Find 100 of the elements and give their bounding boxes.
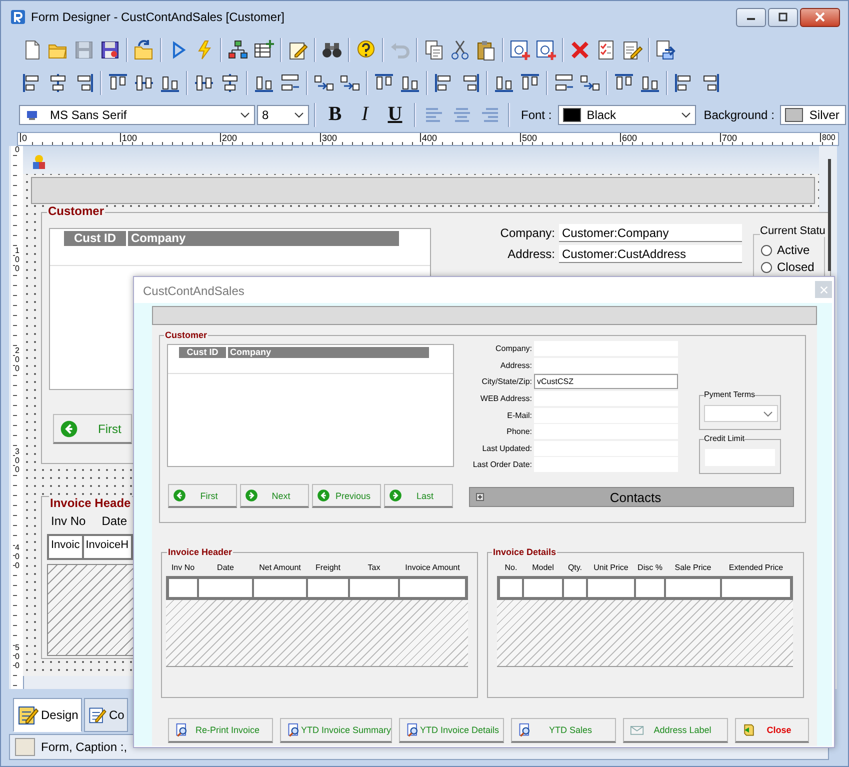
font-color-dropdown[interactable]: Black — [558, 104, 696, 124]
column-label: Qty. — [566, 562, 584, 572]
field-label: Company: — [499, 226, 555, 240]
field-label: Address: — [499, 360, 532, 370]
column-label: Inv No — [170, 562, 196, 572]
first-button[interactable]: First — [53, 414, 132, 444]
arrow-left-icon — [60, 420, 78, 438]
tab[interactable]: Co — [84, 698, 128, 732]
arrow-right-icon — [245, 489, 258, 502]
field-label: Company: — [494, 344, 532, 354]
nav-button[interactable]: First — [168, 484, 237, 508]
action-button[interactable]: YTD Sales — [511, 718, 616, 743]
grid-cell: Invoic — [49, 536, 82, 558]
group-title: Invoice Details — [492, 547, 558, 557]
group-title: Credit Limit — [704, 434, 744, 443]
column-label: Date — [216, 562, 235, 572]
status-icon — [15, 738, 35, 756]
status-text: Form, Caption :, — [41, 740, 128, 754]
maximize-button[interactable] — [768, 8, 798, 26]
edit-icon[interactable] — [621, 38, 643, 60]
contacts-bar[interactable]: Contacts — [469, 487, 794, 507]
folder-arrow-icon[interactable] — [133, 38, 155, 60]
text-field[interactable]: vCustCSZ — [534, 374, 678, 390]
font-name-dropdown[interactable]: MS Sans Serif — [19, 104, 255, 124]
action-button[interactable]: Re-Print Invoice — [168, 718, 273, 743]
column-label: Freight — [314, 562, 342, 572]
radio-label: Closed — [777, 260, 814, 274]
field-label: WEB Address: — [479, 394, 532, 404]
column-label: Unit Price — [592, 562, 630, 572]
column-label: Date — [102, 514, 128, 528]
underline-button[interactable]: U — [381, 102, 409, 128]
field-label: City/State/Zip: — [480, 377, 532, 386]
copy-icon[interactable] — [423, 38, 445, 60]
group-title: Invoice Header — [167, 547, 234, 557]
magnifier-document-icon — [518, 723, 532, 737]
grid-cell: InvoiceH — [84, 536, 131, 558]
background-color-dropdown[interactable]: Silver — [780, 104, 846, 124]
action-button[interactable]: YTD Invoice Summary — [280, 718, 392, 743]
preview-window-title: CustContAndSales — [143, 284, 244, 298]
paste-icon[interactable] — [475, 38, 497, 60]
nav-button[interactable]: Previous — [312, 484, 381, 508]
field-label: E-Mail: — [506, 410, 532, 420]
column-label: Net Amount — [258, 562, 302, 572]
close-button[interactable] — [800, 8, 840, 26]
action-button[interactable]: Address Label — [623, 718, 728, 743]
column-label: Tax — [366, 562, 382, 572]
column-label: Disc % — [636, 562, 664, 572]
column-header: Cust ID — [179, 347, 226, 358]
chevron-down-icon[interactable] — [680, 112, 691, 118]
column-header: Company — [228, 347, 429, 358]
app-icon — [10, 9, 26, 25]
magnifier-document-icon — [287, 723, 301, 737]
nav-button[interactable]: Next — [240, 484, 309, 508]
horizontal-ruler: 0 100 200 300 400 500 600 700 800 — [17, 132, 839, 146]
save-as-icon[interactable] — [99, 38, 121, 60]
expand-icon[interactable] — [476, 493, 484, 501]
maximize-icon[interactable] — [778, 12, 788, 22]
hierarchy-icon[interactable] — [227, 38, 249, 60]
delete-icon[interactable] — [569, 38, 591, 60]
chevron-down-icon[interactable] — [294, 112, 304, 118]
pencil-document-icon — [17, 704, 39, 726]
background-color-label: Background : — [704, 108, 774, 122]
radio-label: Active — [777, 243, 810, 257]
field-label: Address: — [506, 247, 555, 261]
shapes-icon — [31, 154, 47, 170]
monitor-icon — [26, 108, 38, 120]
group-title: Pyment Terms — [704, 390, 755, 399]
action-button[interactable]: YTD Invoice Details — [399, 718, 504, 743]
scroll-bar[interactable] — [828, 159, 831, 271]
close-icon[interactable] — [815, 12, 825, 22]
field-label: Last Order Date: — [472, 460, 532, 470]
door-icon — [742, 723, 756, 737]
vertical-ruler: 0 100 200 300 400 500 — [11, 146, 24, 689]
field-label: Last Updated: — [481, 444, 532, 453]
group-title: Customer — [164, 330, 208, 340]
text-field[interactable]: Customer:Company — [559, 224, 742, 242]
minimize-button[interactable] — [736, 8, 766, 26]
tab[interactable]: Design — [13, 698, 82, 732]
action-button[interactable]: Close — [735, 718, 809, 743]
field-label: Phone: — [506, 427, 532, 436]
column-label: Inv No — [51, 514, 86, 528]
nav-button[interactable]: Last — [384, 484, 453, 508]
column-label: No. — [504, 562, 518, 572]
group-title: Current Statu — [760, 225, 826, 237]
bold-button[interactable]: B — [321, 102, 349, 128]
text-field[interactable]: Customer:CustAddress — [559, 245, 742, 263]
font-size-dropdown[interactable]: 8 — [257, 104, 309, 124]
envelope-icon — [630, 723, 644, 737]
table-add-icon[interactable] — [253, 38, 275, 60]
group-title: Invoice Heade — [49, 496, 132, 510]
text-field[interactable] — [534, 358, 678, 373]
magnifier-document-icon — [175, 723, 189, 737]
column-label: Sale Price — [674, 562, 712, 572]
help-icon[interactable] — [355, 38, 377, 60]
arrow-left-icon — [317, 489, 330, 502]
chevron-down-icon[interactable] — [240, 112, 250, 118]
column-label: Model — [531, 562, 555, 572]
export-icon[interactable] — [655, 38, 677, 60]
italic-button[interactable]: I — [351, 102, 379, 128]
cut-icon[interactable] — [449, 38, 471, 60]
